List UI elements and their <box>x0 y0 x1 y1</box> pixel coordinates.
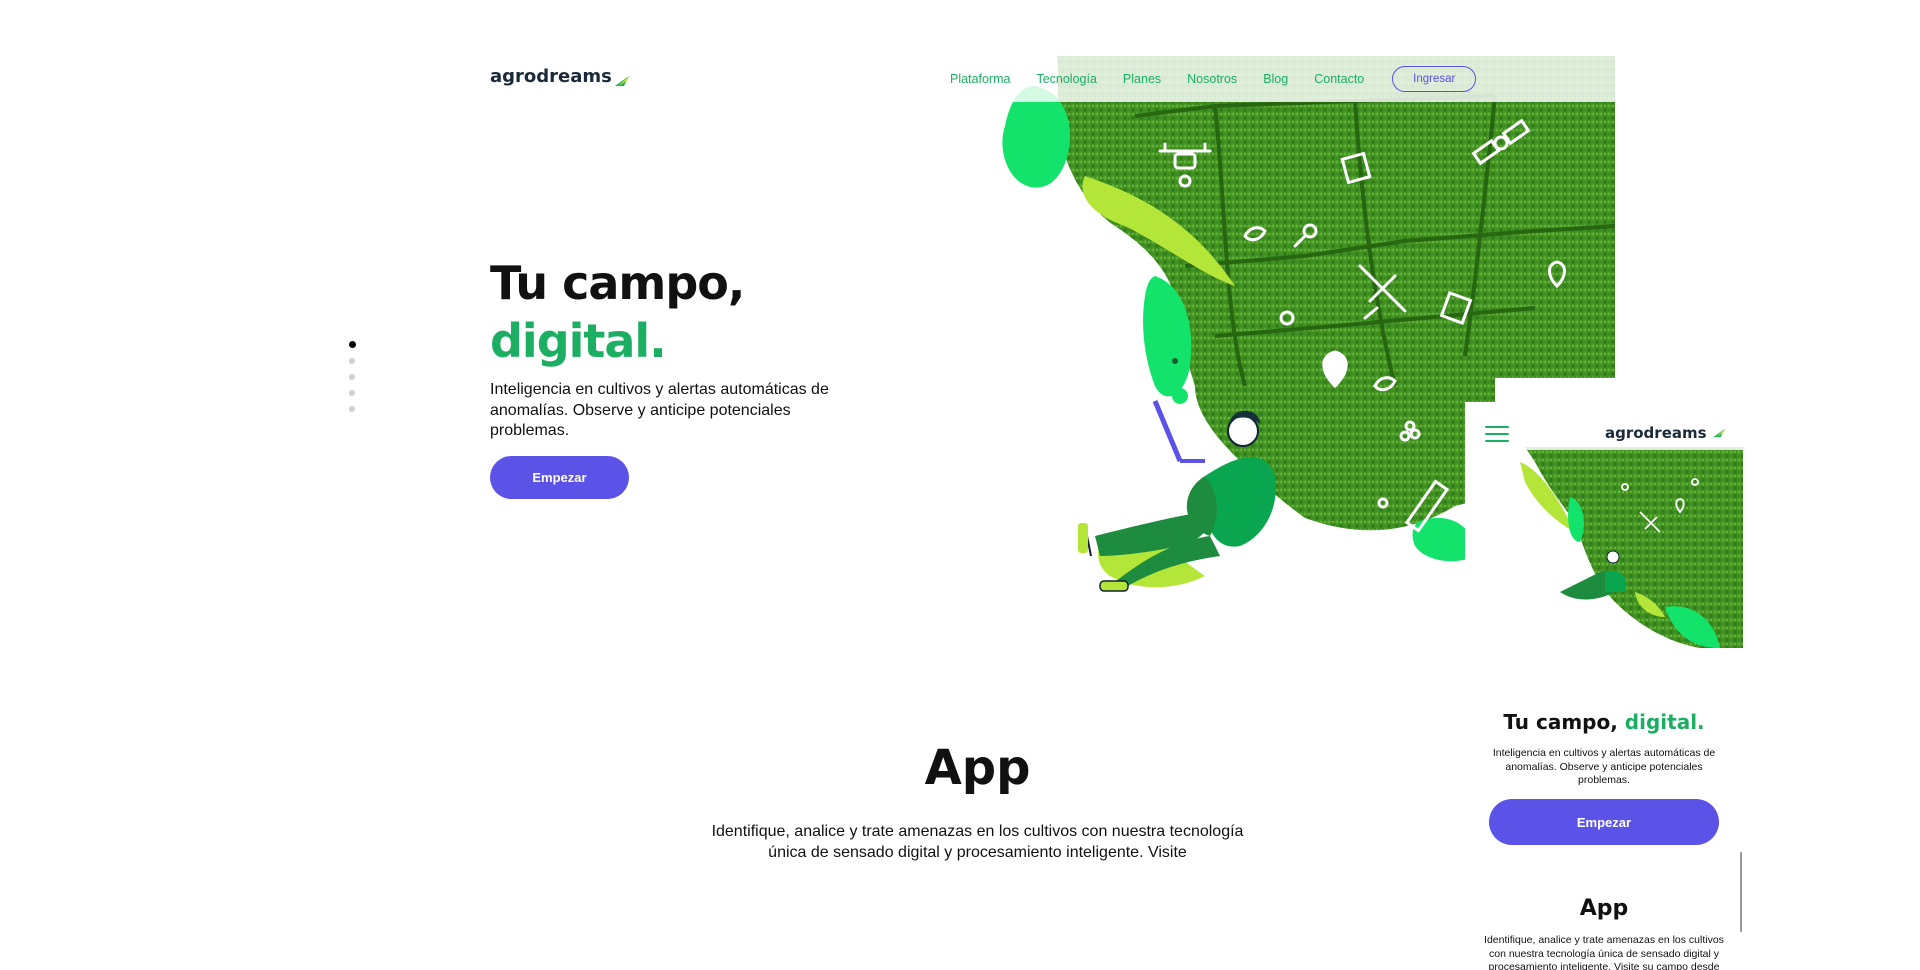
mobile-hero-title-part2: digital. <box>1624 710 1705 734</box>
app-section-title: App <box>924 740 1031 796</box>
mobile-logo-leaf-icon <box>1712 428 1725 438</box>
login-button[interactable]: Ingresar <box>1392 66 1477 92</box>
mobile-mockup: agrodreams Tu campo, digital. Inteligenc… <box>1465 402 1743 970</box>
mobile-start-button[interactable]: Empezar <box>1489 799 1719 845</box>
mobile-hero-subtitle: Inteligencia en cultivos y alertas autom… <box>1492 747 1716 786</box>
mobile-scrollbar[interactable] <box>1740 852 1742 932</box>
slide-dot-3[interactable] <box>349 374 355 380</box>
app-section-description: Identifique, analice y trate amenazas en… <box>711 823 1244 861</box>
start-button[interactable]: Empezar <box>490 456 629 499</box>
mobile-app-title: App <box>1579 896 1629 921</box>
mobile-brand-logo[interactable]: agrodreams <box>1605 424 1726 442</box>
slide-dot-4[interactable] <box>349 390 355 396</box>
slide-dot-2[interactable] <box>349 358 355 364</box>
hero-subtitle: Inteligencia en cultivos y alertas autom… <box>490 381 829 439</box>
nav-nosotros[interactable]: Nosotros <box>1187 72 1237 86</box>
mobile-hero-title-part1: Tu campo, <box>1503 710 1618 734</box>
nav-planes[interactable]: Planes <box>1123 72 1161 86</box>
slide-indicator <box>349 341 359 422</box>
nav-blog[interactable]: Blog <box>1263 72 1288 86</box>
nav-contacto[interactable]: Contacto <box>1314 72 1364 86</box>
main-nav: Plataforma Tecnología Planes Nosotros Bl… <box>950 66 1502 92</box>
hamburger-menu-icon[interactable] <box>1485 426 1509 442</box>
slide-dot-5[interactable] <box>349 406 355 412</box>
brand-logo[interactable]: agrodreams <box>490 66 630 87</box>
brand-name: agrodreams <box>490 66 612 87</box>
hero-title-line2: digital. <box>490 314 667 368</box>
nav-tecnologia[interactable]: Tecnología <box>1036 72 1096 86</box>
mobile-brand-name: agrodreams <box>1605 424 1707 442</box>
hero-title-line1: Tu campo, <box>490 256 745 310</box>
nav-plataforma[interactable]: Plataforma <box>950 72 1010 86</box>
mobile-app-description: Identifique, analice y trate amenazas en… <box>1484 934 1724 970</box>
slide-dot-1[interactable] <box>349 341 356 348</box>
logo-leaf-icon <box>614 71 630 86</box>
mobile-hero-title: Tu campo, digital. <box>1465 710 1743 734</box>
